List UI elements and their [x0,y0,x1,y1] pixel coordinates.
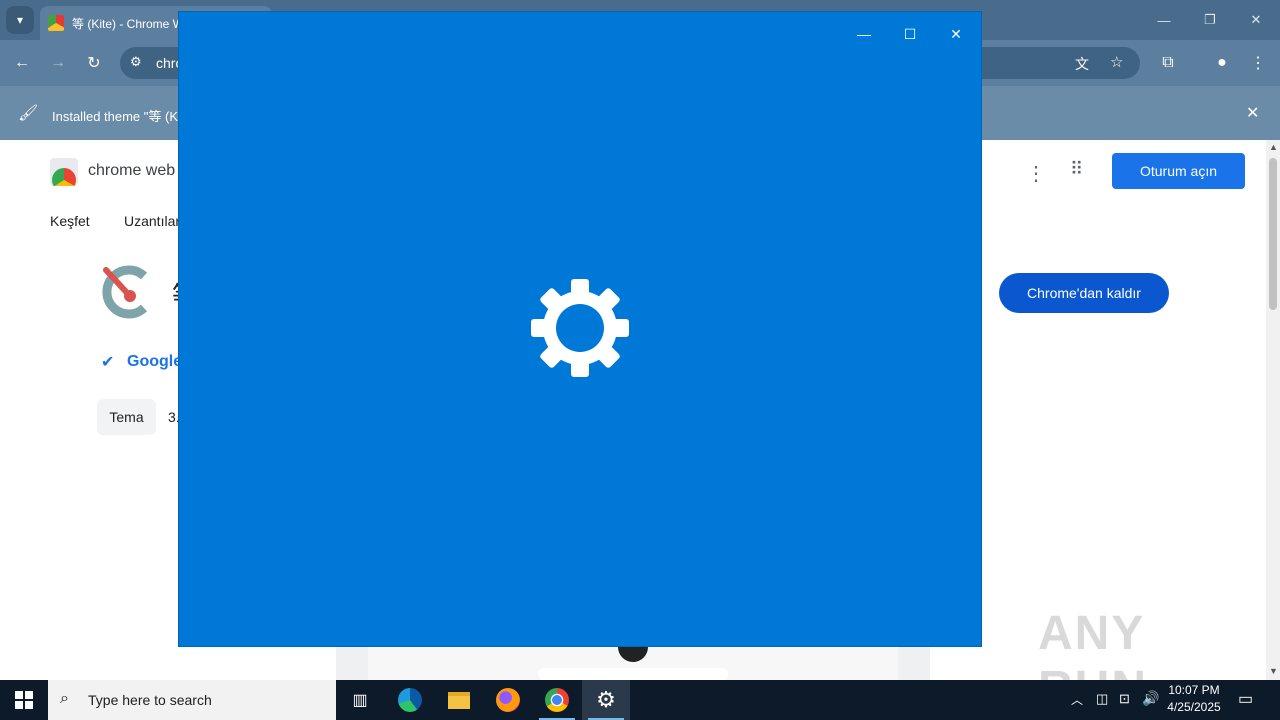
tab-search-button[interactable]: ▾ [6,6,34,34]
task-view-button[interactable]: ▥ [336,680,384,720]
taskbar-settings[interactable]: ⚙ [582,680,630,720]
settings-splash-window: — ☐ ✕ [179,12,981,646]
dialog-minimize-button[interactable]: — [841,18,887,50]
screenshot-preview [368,646,898,680]
browser-restore-button[interactable]: ❐ [1190,8,1230,32]
chrome-icon [545,688,569,712]
apps-grid-icon[interactable]: ⠿ [1070,159,1083,180]
infobar-message: Installed theme "等 (K [52,109,179,124]
tab-title: 等 (Kite) - Chrome W [72,16,185,31]
bookmark-star-icon[interactable]: ☆ [1110,53,1123,71]
taskbar-edge[interactable] [386,680,434,720]
preview-decoration [618,646,648,662]
clock-time: 10:07 PM [1168,683,1220,697]
rating-value: 3. [168,409,180,425]
taskbar-clock[interactable]: 10:07 PM 4/25/2025 [1160,682,1228,718]
verified-badge-icon: ✔ [101,354,115,371]
infobar-close-button[interactable]: ✕ [1246,103,1259,123]
taskbar-file-explorer[interactable] [435,680,483,720]
volume-icon[interactable]: 🔊 [1142,690,1159,707]
more-vert-icon: ⋮ [1250,55,1266,72]
taskbar-firefox[interactable] [484,680,532,720]
sign-in-button[interactable]: Oturum açın [1112,153,1245,189]
remove-from-chrome-button[interactable]: Chrome'dan kaldır [999,273,1169,313]
start-button[interactable] [0,680,48,720]
scroll-up-icon[interactable]: ▲ [1269,142,1278,152]
chrome-web-store-logo[interactable] [50,158,78,186]
profile-icon: ● [1217,54,1227,71]
preview-decoration [538,668,728,680]
scrollbar-thumb[interactable] [1269,158,1277,310]
file-explorer-icon [448,691,470,709]
search-placeholder: Type here to search [88,692,212,708]
publisher-link[interactable]: Google [127,353,182,371]
chrome-menu-button[interactable]: ⋮ [1244,49,1272,77]
show-hidden-icons-chevron-icon[interactable]: ︿ [1071,691,1083,708]
forward-button[interactable]: → [44,49,72,77]
dialog-maximize-button[interactable]: ☐ [887,18,933,50]
chevron-down-icon: ▾ [16,13,24,27]
taskbar-search-box[interactable]: ⌕ Type here to search [48,680,336,720]
nav-tab-extensions[interactable]: Uzantılar [124,213,180,229]
paintbrush-icon: 🖌 [18,105,39,122]
taskbar-chrome[interactable] [533,680,581,720]
page-scrollbar[interactable]: ▲ ▼ [1266,140,1280,680]
windows-logo-icon [15,691,33,709]
edge-icon [398,688,422,712]
gear-icon [530,278,630,378]
windows-taskbar: ⌕ Type here to search ▥ ⚙ ︿ ◫ ⊡ 🔊 10:07 … [0,680,1280,720]
theme-item-logo [100,264,152,320]
nav-tab-discover[interactable]: Keşfet [50,213,90,229]
settings-icon: ⚙ [596,687,616,712]
network-icon[interactable]: ⊡ [1119,691,1130,707]
search-icon: ⌕ [60,690,69,707]
firefox-icon [496,688,520,712]
browser-minimize-button[interactable]: — [1144,8,1184,32]
store-brand-text[interactable]: chrome web [88,162,175,180]
reload-icon: ↻ [87,55,101,72]
puzzle-icon: ⧉ [1162,54,1174,71]
site-info-icon[interactable]: ⚙ [130,54,142,70]
category-tag[interactable]: Tema [97,399,156,435]
notification-center-icon[interactable]: ▭ [1238,689,1253,709]
reload-button[interactable]: ↻ [80,49,108,77]
translate-icon[interactable]: 文 [1075,54,1089,74]
anyrun-watermark: ANY RUN [1038,607,1146,715]
meet-now-icon[interactable]: ◫ [1096,691,1108,707]
arrow-right-icon: → [50,54,66,71]
more-options-icon[interactable]: ⋮ [1026,161,1046,186]
screenshot-carousel [336,646,930,680]
task-view-icon: ▥ [352,692,368,709]
dialog-close-button[interactable]: ✕ [933,18,979,50]
browser-close-button[interactable]: ✕ [1236,8,1276,32]
extensions-button[interactable]: ⧉ [1154,49,1182,77]
back-button[interactable]: ← [8,49,36,77]
scroll-down-icon[interactable]: ▼ [1269,666,1278,676]
arrow-left-icon: ← [14,54,30,71]
clock-date: 4/25/2025 [1167,700,1221,714]
theme-favicon-icon [48,15,64,31]
profile-button[interactable]: ● [1208,49,1236,77]
